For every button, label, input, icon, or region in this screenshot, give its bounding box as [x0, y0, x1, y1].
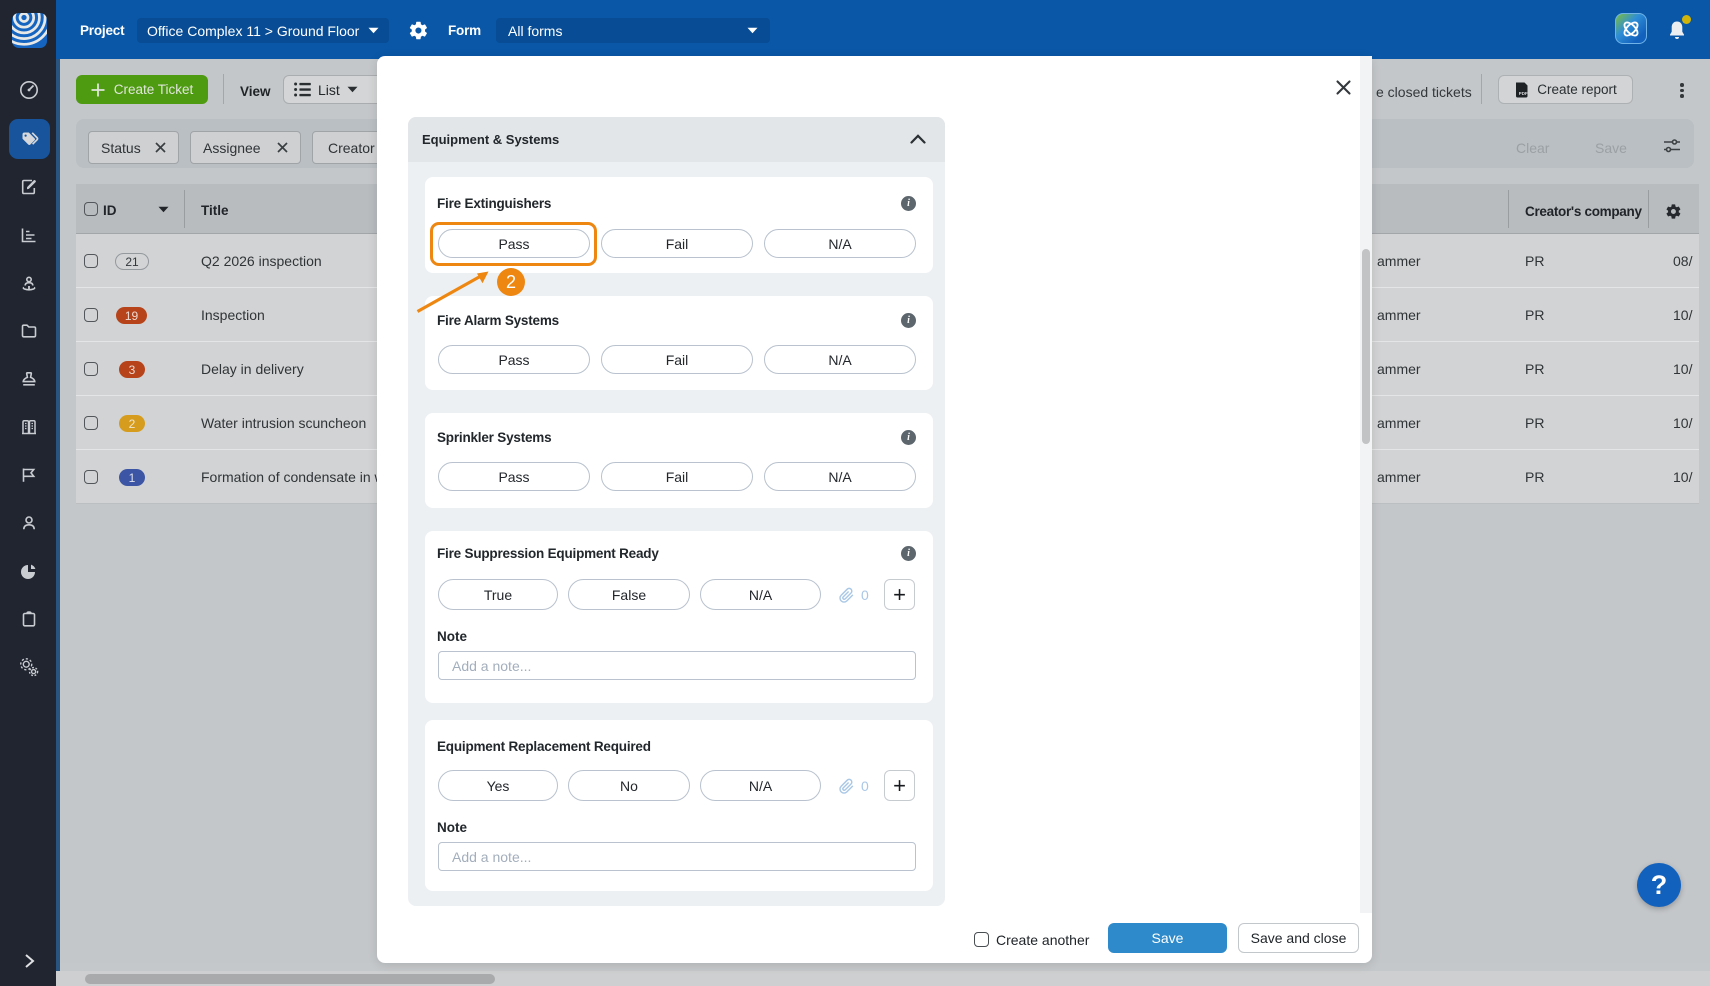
svg-text:PDF: PDF: [1519, 90, 1528, 95]
